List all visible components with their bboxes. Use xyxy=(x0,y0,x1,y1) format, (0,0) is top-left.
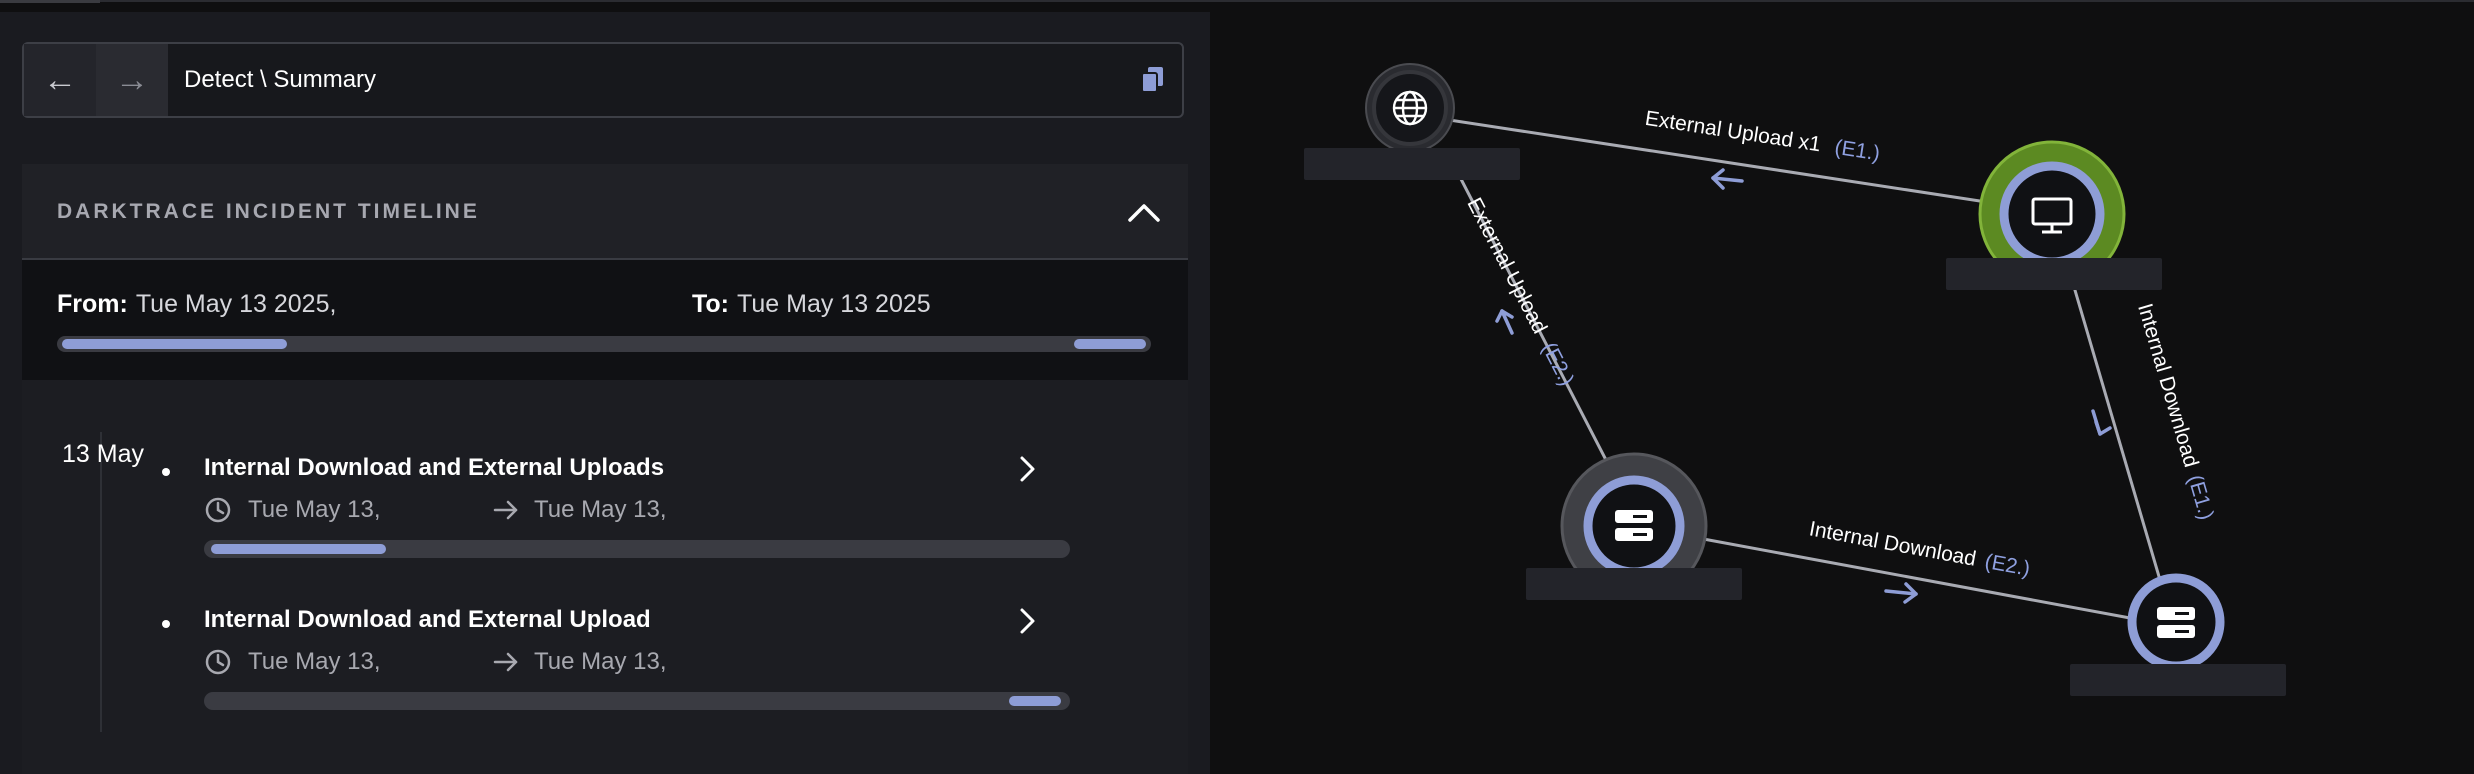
flow-arrow-icon-shaft xyxy=(2091,409,2102,436)
copy-icon[interactable] xyxy=(1138,64,1168,94)
card-title: DARKTRACE INCIDENT TIMELINE xyxy=(57,200,480,223)
chevron-right-icon[interactable] xyxy=(1012,454,1042,484)
timeline-item[interactable]: Internal Download and External Upload Tu… xyxy=(162,606,1070,726)
graph-node-globe[interactable] xyxy=(1365,63,1455,153)
arrow-right-icon: → xyxy=(115,60,149,99)
arrow-right-icon xyxy=(493,500,518,520)
incident-left-panel: ← → Detect \ Summary DARKTRACE INCIDENT … xyxy=(0,12,1210,774)
chevron-right-icon[interactable] xyxy=(1012,606,1042,636)
edge-label-code: (E2.) xyxy=(1983,550,2032,581)
range-from: From: Tue May 13 2025, xyxy=(57,290,336,319)
clock-icon xyxy=(205,497,231,523)
clock-icon xyxy=(205,649,231,675)
edge-label-code: (E2.) xyxy=(1537,339,1578,390)
window-tab-indicator xyxy=(0,0,100,3)
edge-label: External Upload (E2.) xyxy=(1462,194,1578,390)
incident-timeline-card: DARKTRACE INCIDENT TIMELINE From: Tue May… xyxy=(22,164,1188,774)
range-from-label: From: xyxy=(57,290,128,318)
forward-button[interactable]: → xyxy=(96,44,168,116)
timeline-item-start: Tue May 13, xyxy=(248,496,381,523)
edge-desktop-server-right[interactable] xyxy=(2072,0,2474,278)
timeline-item-bar xyxy=(204,540,1070,558)
bullet xyxy=(162,620,170,628)
edge-label-code: (E1.) xyxy=(1833,136,1881,166)
graph-node-server-right[interactable] xyxy=(2127,573,2225,671)
back-button[interactable]: ← xyxy=(24,44,96,116)
graph-canvas[interactable]: External Upload x1 (E1.) External Upload… xyxy=(1210,0,2474,774)
node-label-box xyxy=(1946,258,2162,290)
chevron-up-icon[interactable] xyxy=(1126,194,1162,230)
timeline-axis-line xyxy=(100,432,102,732)
range-to-label: To: xyxy=(692,290,730,318)
edge-label-code: (E1.) xyxy=(2183,472,2218,522)
timeline-item-end: Tue May 13, xyxy=(534,496,667,523)
timeline-item-highlight xyxy=(1009,696,1062,706)
range-highlight xyxy=(1074,339,1146,349)
edge-label-text: External Upload x1 xyxy=(1644,107,1823,157)
edge-label-text: Internal Download xyxy=(2133,301,2203,470)
timeline-item[interactable]: Internal Download and External Uploads T… xyxy=(162,454,1070,574)
arrow-left-icon: ← xyxy=(43,60,77,99)
timeline-item-title[interactable]: Internal Download and External Upload xyxy=(204,606,651,634)
node-label-box xyxy=(1304,148,1520,180)
node-label-box xyxy=(1526,568,1742,600)
range-slider-track[interactable] xyxy=(57,336,1151,352)
edge-label: Internal Download (E1.) xyxy=(2133,301,2218,523)
timeline-item-end: Tue May 13, xyxy=(534,648,667,675)
timeline-item-bar xyxy=(204,692,1070,710)
arrow-right-icon xyxy=(493,652,518,672)
timeline-item-start: Tue May 13, xyxy=(248,648,381,675)
range-to-value: Tue May 13 2025 xyxy=(737,290,931,318)
card-header[interactable]: DARKTRACE INCIDENT TIMELINE xyxy=(22,164,1188,260)
range-to: To: Tue May 13 2025 xyxy=(692,290,931,319)
edge-label: Internal Download (E2.) xyxy=(1807,517,2032,580)
range-highlight xyxy=(62,339,287,349)
timeline-item-highlight xyxy=(210,544,386,554)
node-label-box xyxy=(2070,664,2286,696)
breadcrumb-path: Detect \ Summary xyxy=(184,66,377,93)
time-range-bar: From: Tue May 13 2025, To: Tue May 13 2025 xyxy=(22,260,1188,380)
breadcrumb-bar: ← → Detect \ Summary xyxy=(22,42,1184,118)
timeline-list: 13 May Internal Download and External Up… xyxy=(22,380,1188,774)
bullet xyxy=(162,468,170,476)
incident-graph[interactable]: External Upload x1 (E1.) External Upload… xyxy=(1210,0,2474,774)
timeline-item-title[interactable]: Internal Download and External Uploads xyxy=(204,454,664,482)
range-from-value: Tue May 13 2025, xyxy=(135,290,337,318)
timeline-date-group: 13 May xyxy=(62,440,144,468)
